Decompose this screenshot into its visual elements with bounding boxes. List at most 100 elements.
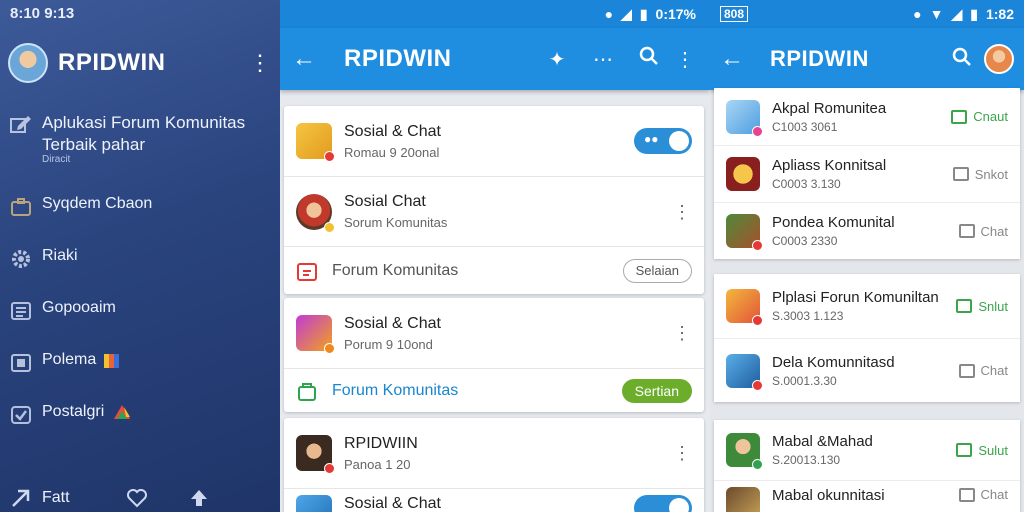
- calendar-icon: [297, 262, 317, 281]
- app-thumbnail: [726, 353, 763, 391]
- chat-action-label: Cnaut: [973, 109, 1008, 124]
- status-time: 0:17%: [655, 6, 696, 22]
- chat-action-label: Chat: [980, 223, 1008, 239]
- chat-action[interactable]: Cnaut: [951, 109, 1008, 124]
- battery-icon: ▮: [639, 5, 648, 22]
- chat-action[interactable]: Chat: [958, 487, 1008, 502]
- item-menu-icon[interactable]: ⋮: [672, 203, 692, 221]
- search-icon[interactable]: [952, 47, 972, 72]
- forum-card: RPIDWIIN Panoa 1 20 ⋮ Sosial & Chat: [284, 418, 704, 512]
- chat-action[interactable]: Snkot: [952, 167, 1008, 182]
- secondary-screen: 808 ● ▼ ◢ ▮ 1:82 ← RPIDWIN Akpal Romunit…: [710, 0, 1024, 512]
- list-item[interactable]: Mabal okunnitasi Chat: [714, 480, 1020, 512]
- community-card: Mabal &Mahad S.20013.130 Sulut Mabal oku…: [714, 420, 1020, 512]
- app-thumbnail: [726, 99, 763, 137]
- colorful-logo-icon: [114, 405, 131, 419]
- app-thumbnail: [296, 495, 332, 512]
- drawer-item-label: Aplukasi Forum Komunitas Terbaik pahar: [42, 113, 246, 154]
- list-item-action[interactable]: Forum Komunitas Sertian: [284, 368, 704, 412]
- list-item[interactable]: RPIDWIIN Panoa 1 20 ⋮: [284, 418, 704, 488]
- back-arrow-icon[interactable]: ←: [292, 45, 322, 73]
- wifi-icon: ▼: [929, 6, 944, 22]
- list-item[interactable]: Pondea Komunital C0003 2330 Chat: [714, 202, 1020, 259]
- start-button[interactable]: Sertian: [621, 378, 692, 403]
- item-subtitle: Sorum Komunitas: [344, 215, 448, 230]
- app-thumbnail: [726, 433, 763, 470]
- drawer-item-forum[interactable]: Aplukasi Forum Komunitas Terbaik pahar D…: [0, 112, 280, 165]
- list-item[interactable]: Dela Komunnitasd S.0001.3.30 Chat: [714, 338, 1020, 402]
- select-button[interactable]: Selaian: [622, 258, 692, 283]
- item-title: Sosial Chat: [344, 193, 426, 210]
- list-item[interactable]: Plplasi Forun Komuniltan S.3003 1.123 Sn…: [714, 274, 1020, 338]
- drawer-item-post[interactable]: Postalgri: [0, 403, 280, 425]
- more-options-icon[interactable]: ⋮: [248, 52, 272, 74]
- sync-icon: ●: [604, 6, 614, 22]
- community-card: Akpal Romunitea C1003 3061 Cnaut Apliass…: [714, 88, 1020, 259]
- drawer-item-label: Riaki: [42, 247, 78, 264]
- search-icon[interactable]: [626, 46, 672, 72]
- chat-icon: [956, 299, 973, 313]
- item-subtitle: S.20013.130: [772, 453, 841, 467]
- toggle-switch[interactable]: ●●: [634, 128, 692, 154]
- app-thumbnail: [296, 123, 335, 162]
- chat-icon: [958, 363, 975, 378]
- item-title: Akpal Romunitea: [772, 99, 887, 117]
- forum-link[interactable]: Forum Komunitas: [332, 382, 622, 400]
- status-bar: 808 ● ▼ ◢ ▮ 1:82: [710, 0, 1024, 28]
- avatar[interactable]: [984, 44, 1014, 74]
- item-subtitle: C0003 2330: [772, 234, 838, 248]
- item-subtitle: S.0001.3.30: [772, 373, 837, 388]
- item-menu-icon[interactable]: ⋮: [672, 324, 692, 342]
- chat-action-label: Sulut: [978, 442, 1008, 458]
- item-subtitle: S.3003 1.123: [772, 309, 844, 323]
- chat-icon: [952, 167, 969, 181]
- drawer-item-group[interactable]: Gopooaim: [0, 299, 280, 321]
- list-item[interactable]: Sosial & Chat Porum 9 10ond ⋮: [284, 298, 704, 368]
- drawer-item-label[interactable]: Fatt: [42, 489, 70, 507]
- heart-icon[interactable]: [126, 488, 148, 508]
- page-title: RPIDWIN: [770, 46, 869, 71]
- item-menu-icon[interactable]: ⋮: [672, 444, 692, 462]
- list-item[interactable]: Sosial Chat Sorum Komunitas ⋮: [284, 176, 704, 246]
- chat-action[interactable]: Chat: [958, 223, 1008, 239]
- list-item[interactable]: Apliass Konnitsal C0003 3.130 Snkot: [714, 145, 1020, 202]
- item-title: Apliass Konnitsal: [772, 157, 887, 174]
- item-title: Sosial & Chat: [344, 122, 441, 140]
- drawer-item-label: Syqdem Cbaon: [42, 195, 153, 212]
- forum-link[interactable]: Forum Komunitas: [332, 262, 623, 280]
- upload-icon[interactable]: [188, 488, 210, 508]
- drawer-item-system[interactable]: Syqdem Cbaon: [0, 195, 280, 217]
- chat-action-label: Chat: [980, 487, 1008, 502]
- toggle-switch[interactable]: [634, 495, 692, 512]
- item-title: Sosial & Chat: [344, 495, 441, 512]
- back-arrow-icon[interactable]: ←: [720, 45, 750, 73]
- pulse-icon[interactable]: ✦: [534, 47, 580, 72]
- battery-icon: ▮: [970, 5, 978, 22]
- status-bar-time: 8:10 9:13: [10, 5, 75, 22]
- item-title: Sosial & Chat: [344, 314, 441, 332]
- item-subtitle: Romau 9 20onal: [344, 144, 440, 160]
- list-item[interactable]: Akpal Romunitea C1003 3061 Cnaut: [714, 88, 1020, 145]
- app-thumbnail: [296, 315, 335, 354]
- more-horizontal-icon[interactable]: ⋯: [580, 47, 626, 72]
- page-title: RPIDWIN: [344, 45, 452, 72]
- item-title: Mabal okunnitasi: [772, 487, 885, 504]
- list-icon: [11, 302, 31, 320]
- avatar[interactable]: [8, 43, 48, 83]
- list-item[interactable]: Sosial & Chat: [284, 488, 704, 512]
- signal-icon: ◢: [621, 5, 632, 22]
- list-item[interactable]: Mabal &Mahad S.20013.130 Sulut: [714, 420, 1020, 480]
- list-item[interactable]: Sosial & Chat Romau 9 20onal ●●: [284, 106, 704, 176]
- drawer-item-label: Gopooaim: [42, 299, 116, 316]
- chat-action[interactable]: Chat: [958, 363, 1008, 378]
- drawer-item-settings[interactable]: Riaki: [0, 247, 280, 269]
- more-options-icon[interactable]: ⋮: [672, 47, 698, 72]
- drawer-item-polema[interactable]: Polema: [0, 351, 280, 373]
- chat-action[interactable]: Snlut: [956, 299, 1008, 314]
- chat-action[interactable]: Sulut: [956, 443, 1008, 458]
- chat-icon: [956, 443, 973, 457]
- list-item-action[interactable]: Forum Komunitas Selaian: [284, 246, 704, 294]
- status-time: 1:82: [985, 6, 1014, 22]
- status-left-label: 808: [720, 6, 749, 22]
- edit-icon: [10, 116, 31, 133]
